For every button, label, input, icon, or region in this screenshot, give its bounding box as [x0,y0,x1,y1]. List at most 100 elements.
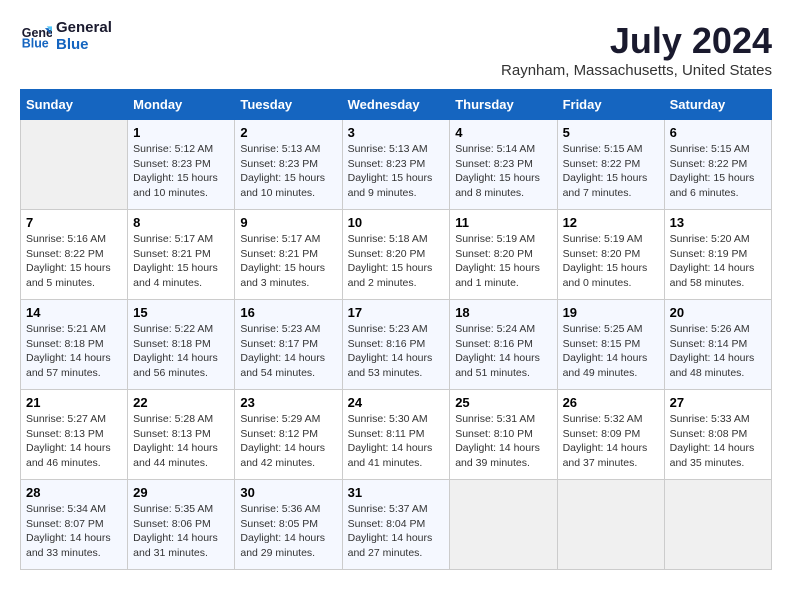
calendar-cell: 13 Sunrise: 5:20 AM Sunset: 8:19 PM Dayl… [664,210,771,300]
calendar-cell: 6 Sunrise: 5:15 AM Sunset: 8:22 PM Dayli… [664,120,771,210]
calendar-cell: 20 Sunrise: 5:26 AM Sunset: 8:14 PM Dayl… [664,300,771,390]
sunrise-label: Sunrise: 5:30 AM [348,413,428,425]
day-number: 11 [455,215,551,230]
logo: General Blue General Blue [20,20,112,53]
calendar-cell: 23 Sunrise: 5:29 AM Sunset: 8:12 PM Dayl… [235,390,342,480]
day-number: 24 [348,395,445,410]
sunrise-label: Sunrise: 5:15 AM [670,143,750,155]
calendar-cell [21,120,128,210]
daylight-label: Daylight: 15 hours and 4 minutes. [133,262,218,289]
sunrise-label: Sunrise: 5:12 AM [133,143,213,155]
day-info: Sunrise: 5:37 AM Sunset: 8:04 PM Dayligh… [348,502,445,561]
sunrise-label: Sunrise: 5:19 AM [455,233,535,245]
daylight-label: Daylight: 14 hours and 39 minutes. [455,442,540,469]
day-info: Sunrise: 5:25 AM Sunset: 8:15 PM Dayligh… [563,322,659,381]
month-title: July 2024 [501,20,772,62]
sunrise-label: Sunrise: 5:37 AM [348,503,428,515]
calendar-cell: 28 Sunrise: 5:34 AM Sunset: 8:07 PM Dayl… [21,480,128,570]
daylight-label: Daylight: 14 hours and 57 minutes. [26,352,111,379]
calendar-cell: 26 Sunrise: 5:32 AM Sunset: 8:09 PM Dayl… [557,390,664,480]
day-number: 7 [26,215,122,230]
calendar-cell: 11 Sunrise: 5:19 AM Sunset: 8:20 PM Dayl… [450,210,557,300]
sunset-label: Sunset: 8:07 PM [26,518,104,530]
day-info: Sunrise: 5:31 AM Sunset: 8:10 PM Dayligh… [455,412,551,471]
day-info: Sunrise: 5:28 AM Sunset: 8:13 PM Dayligh… [133,412,229,471]
calendar-cell: 5 Sunrise: 5:15 AM Sunset: 8:22 PM Dayli… [557,120,664,210]
sunrise-label: Sunrise: 5:21 AM [26,323,106,335]
sunset-label: Sunset: 8:13 PM [133,428,211,440]
sunrise-label: Sunrise: 5:20 AM [670,233,750,245]
calendar-cell: 10 Sunrise: 5:18 AM Sunset: 8:20 PM Dayl… [342,210,450,300]
weekday-thursday: Thursday [450,90,557,120]
sunset-label: Sunset: 8:14 PM [670,338,748,350]
calendar-cell: 14 Sunrise: 5:21 AM Sunset: 8:18 PM Dayl… [21,300,128,390]
sunrise-label: Sunrise: 5:31 AM [455,413,535,425]
calendar-cell: 22 Sunrise: 5:28 AM Sunset: 8:13 PM Dayl… [128,390,235,480]
svg-text:Blue: Blue [22,36,49,50]
day-number: 21 [26,395,122,410]
calendar-cell: 15 Sunrise: 5:22 AM Sunset: 8:18 PM Dayl… [128,300,235,390]
day-number: 23 [240,395,336,410]
day-number: 30 [240,485,336,500]
daylight-label: Daylight: 14 hours and 44 minutes. [133,442,218,469]
daylight-label: Daylight: 15 hours and 3 minutes. [240,262,325,289]
day-number: 19 [563,305,659,320]
calendar-cell: 2 Sunrise: 5:13 AM Sunset: 8:23 PM Dayli… [235,120,342,210]
calendar-cell: 16 Sunrise: 5:23 AM Sunset: 8:17 PM Dayl… [235,300,342,390]
day-number: 14 [26,305,122,320]
sunrise-label: Sunrise: 5:13 AM [240,143,320,155]
weekday-wednesday: Wednesday [342,90,450,120]
sunrise-label: Sunrise: 5:36 AM [240,503,320,515]
weekday-friday: Friday [557,90,664,120]
day-number: 5 [563,125,659,140]
calendar-cell: 1 Sunrise: 5:12 AM Sunset: 8:23 PM Dayli… [128,120,235,210]
logo-blue: Blue [56,37,112,54]
day-info: Sunrise: 5:21 AM Sunset: 8:18 PM Dayligh… [26,322,122,381]
sunset-label: Sunset: 8:12 PM [240,428,318,440]
sunrise-label: Sunrise: 5:22 AM [133,323,213,335]
day-number: 18 [455,305,551,320]
day-number: 2 [240,125,336,140]
calendar-table: SundayMondayTuesdayWednesdayThursdayFrid… [20,89,772,570]
sunrise-label: Sunrise: 5:18 AM [348,233,428,245]
day-info: Sunrise: 5:13 AM Sunset: 8:23 PM Dayligh… [240,142,336,201]
day-number: 29 [133,485,229,500]
day-number: 13 [670,215,766,230]
daylight-label: Daylight: 15 hours and 10 minutes. [240,172,325,199]
day-info: Sunrise: 5:17 AM Sunset: 8:21 PM Dayligh… [240,232,336,291]
logo-icon: General Blue [20,21,52,53]
week-row-5: 28 Sunrise: 5:34 AM Sunset: 8:07 PM Dayl… [21,480,772,570]
sunset-label: Sunset: 8:20 PM [455,248,533,260]
day-number: 22 [133,395,229,410]
day-info: Sunrise: 5:18 AM Sunset: 8:20 PM Dayligh… [348,232,445,291]
sunset-label: Sunset: 8:16 PM [348,338,426,350]
daylight-label: Daylight: 14 hours and 41 minutes. [348,442,433,469]
calendar-cell: 19 Sunrise: 5:25 AM Sunset: 8:15 PM Dayl… [557,300,664,390]
day-info: Sunrise: 5:17 AM Sunset: 8:21 PM Dayligh… [133,232,229,291]
weekday-header-row: SundayMondayTuesdayWednesdayThursdayFrid… [21,90,772,120]
sunrise-label: Sunrise: 5:23 AM [240,323,320,335]
day-number: 8 [133,215,229,230]
sunset-label: Sunset: 8:19 PM [670,248,748,260]
day-number: 25 [455,395,551,410]
day-info: Sunrise: 5:12 AM Sunset: 8:23 PM Dayligh… [133,142,229,201]
sunrise-label: Sunrise: 5:32 AM [563,413,643,425]
calendar-cell: 18 Sunrise: 5:24 AM Sunset: 8:16 PM Dayl… [450,300,557,390]
calendar-cell: 21 Sunrise: 5:27 AM Sunset: 8:13 PM Dayl… [21,390,128,480]
day-info: Sunrise: 5:19 AM Sunset: 8:20 PM Dayligh… [455,232,551,291]
day-number: 17 [348,305,445,320]
page-header: General Blue General Blue July 2024 Rayn… [20,20,772,79]
day-number: 12 [563,215,659,230]
day-info: Sunrise: 5:36 AM Sunset: 8:05 PM Dayligh… [240,502,336,561]
calendar-cell [557,480,664,570]
weekday-saturday: Saturday [664,90,771,120]
daylight-label: Daylight: 14 hours and 29 minutes. [240,532,325,559]
sunrise-label: Sunrise: 5:17 AM [133,233,213,245]
day-number: 20 [670,305,766,320]
sunrise-label: Sunrise: 5:24 AM [455,323,535,335]
daylight-label: Daylight: 15 hours and 5 minutes. [26,262,111,289]
day-info: Sunrise: 5:16 AM Sunset: 8:22 PM Dayligh… [26,232,122,291]
daylight-label: Daylight: 14 hours and 49 minutes. [563,352,648,379]
sunset-label: Sunset: 8:17 PM [240,338,318,350]
sunset-label: Sunset: 8:22 PM [26,248,104,260]
